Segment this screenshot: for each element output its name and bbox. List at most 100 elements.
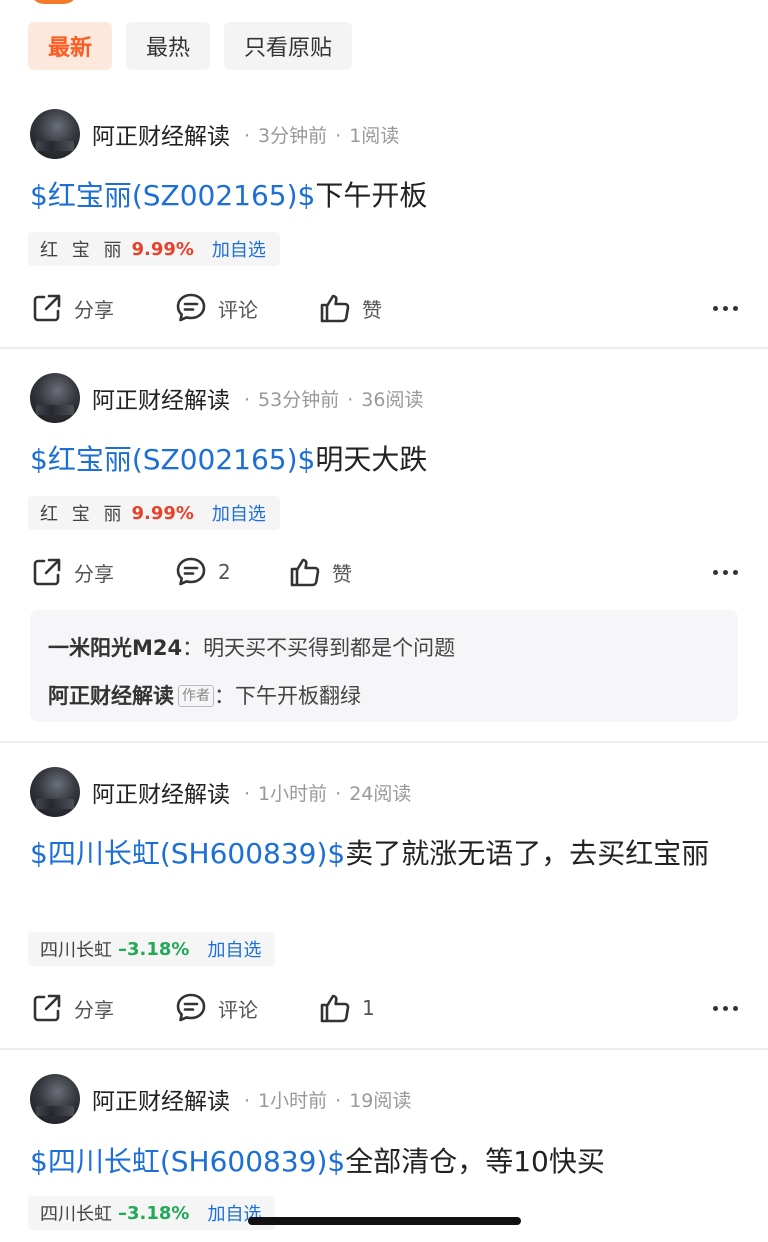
post-author-row: 阿正财经解读 · 1小时前 · 24阅读 [30,766,411,818]
post-text: 明天大跌 [315,443,428,476]
comment-label: 评论 [218,997,258,1022]
post-actions: 分享 评论 1 [30,988,738,1028]
more-options-button[interactable] [708,988,738,1028]
stock-change: –3.18% [118,1202,190,1224]
like-button[interactable]: 赞 [318,288,382,328]
post-divider [0,1048,768,1050]
post-author-row: 阿正财经解读 · 1小时前 · 19阅读 [30,1073,411,1125]
comment-preview-item[interactable]: 一米阳光M24 ： 明天买不买得到都是个问题 [48,624,720,672]
comment-text: 下午开板翻绿 [235,684,361,708]
stock-change: 9.99% [131,502,194,524]
post-time: 1小时前 [258,782,328,805]
stock-tag[interactable]: 四川长虹 –3.18% 加自选 [28,932,276,966]
post-text: 全部清仓，等10快买 [345,1145,605,1178]
thumbs-up-icon [320,994,350,1023]
author-name[interactable]: 阿正财经解读 [92,775,230,809]
more-options-button[interactable] [708,552,738,592]
share-button[interactable]: 分享 [30,552,114,592]
comment-preview-item[interactable]: 阿正财经解读 作者 ： 下午开板翻绿 [48,672,720,720]
author-name[interactable]: 阿正财经解读 [92,1082,230,1116]
tab-latest[interactable]: 最新 [28,22,113,70]
post-time: 1小时前 [258,1089,328,1112]
like-label: 赞 [362,297,382,322]
stock-tag[interactable]: 红 宝 丽 9.99% 加自选 [28,496,280,530]
comment-text: 明天买不买得到都是个问题 [203,636,456,660]
post-author-row: 阿正财经解读 · 53分钟前 · 36阅读 [30,372,423,424]
post-content[interactable]: $四川长虹(SH600839)$卖了就涨无语了，去买红宝丽 [30,832,730,876]
share-button[interactable]: 分享 [30,288,114,328]
add-watchlist-button[interactable]: 加自选 [207,936,261,962]
comment-separator: ： [214,684,235,708]
tab-hottest[interactable]: 最热 [126,22,211,70]
author-badge: 作者 [178,685,214,707]
author-name[interactable]: 阿正财经解读 [92,381,230,415]
share-button[interactable]: 分享 [30,988,114,1028]
stock-change: 9.99% [131,238,194,260]
post-author-row: 阿正财经解读 · 3分钟前 · 1阅读 [30,108,399,160]
stock-tag[interactable]: 四川长虹 –3.18% 加自选 [28,1196,276,1230]
like-label: 赞 [332,561,352,586]
thumbs-up-icon [290,558,320,587]
filter-tabs: 最新 最热 只看原贴 [28,22,353,70]
post-content[interactable]: $红宝丽(SZ002165)$明天大跌 [30,438,740,482]
stock-name: 四川长虹 [40,1204,112,1225]
share-icon [33,558,61,586]
comment-button[interactable]: 评论 [174,288,258,328]
stock-tag[interactable]: 红 宝 丽 9.99% 加自选 [28,232,280,266]
post-divider [0,347,768,349]
comment-preview-box[interactable]: 一米阳光M24 ： 明天买不买得到都是个问题 阿正财经解读 作者 ： 下午开板翻… [30,610,738,722]
comment-button[interactable]: 2 [174,552,231,592]
add-watchlist-button[interactable]: 加自选 [212,500,266,526]
post-text: 下午开板 [315,179,428,212]
author-name[interactable]: 阿正财经解读 [92,117,230,151]
post-content[interactable]: $四川长虹(SH600839)$全部清仓，等10快买 [30,1140,740,1184]
more-options-button[interactable] [708,288,738,328]
stock-name: 红 宝 丽 [40,240,126,261]
like-button[interactable]: 1 [318,988,375,1028]
tab-original-only[interactable]: 只看原贴 [224,22,353,70]
post-reads: 36阅读 [361,388,424,411]
post-reads: 19阅读 [349,1089,412,1112]
avatar[interactable] [30,767,80,817]
stock-link[interactable]: $红宝丽(SZ002165)$ [30,443,315,476]
post-time: 53分钟前 [258,388,340,411]
stock-link[interactable]: $四川长虹(SH600839)$ [30,837,345,870]
commenter-name[interactable]: 阿正财经解读 [48,672,174,720]
comment-label: 评论 [218,297,258,322]
avatar[interactable] [30,373,80,423]
share-icon [33,294,61,322]
comment-icon [176,293,206,322]
top-orange-indicator [30,0,78,4]
stock-name: 红 宝 丽 [40,504,126,525]
post-actions: 分享 2 赞 [30,552,738,592]
stock-name: 四川长虹 [40,940,112,961]
add-watchlist-button[interactable]: 加自选 [212,236,266,262]
post-text: 卖了就涨无语了，去买红宝丽 [345,837,710,870]
post-reads: 24阅读 [349,782,412,805]
post-reads: 1阅读 [349,124,400,147]
like-count: 1 [362,996,375,1020]
post-divider [0,741,768,743]
post-meta: · 1小时前 · 24阅读 [244,782,412,805]
post-time: 3分钟前 [258,124,328,147]
share-label: 分享 [74,561,114,586]
post-meta: · 1小时前 · 19阅读 [244,1089,412,1112]
post-actions: 分享 评论 赞 [30,288,738,328]
post-content[interactable]: $红宝丽(SZ002165)$下午开板 [30,174,740,218]
home-indicator[interactable] [248,1217,521,1225]
avatar[interactable] [30,109,80,159]
share-label: 分享 [74,997,114,1022]
thumbs-up-icon [320,294,350,323]
avatar[interactable] [30,1074,80,1124]
comment-icon [176,557,206,586]
stock-link[interactable]: $四川长虹(SH600839)$ [30,1145,345,1178]
commenter-name[interactable]: 一米阳光M24 [48,624,182,672]
post-meta: · 3分钟前 · 1阅读 [244,124,400,147]
comment-icon [176,993,206,1022]
comment-count: 2 [218,560,231,584]
stock-link[interactable]: $红宝丽(SZ002165)$ [30,179,315,212]
like-button[interactable]: 赞 [288,552,352,592]
share-label: 分享 [74,297,114,322]
comment-button[interactable]: 评论 [174,988,258,1028]
share-icon [33,994,61,1022]
